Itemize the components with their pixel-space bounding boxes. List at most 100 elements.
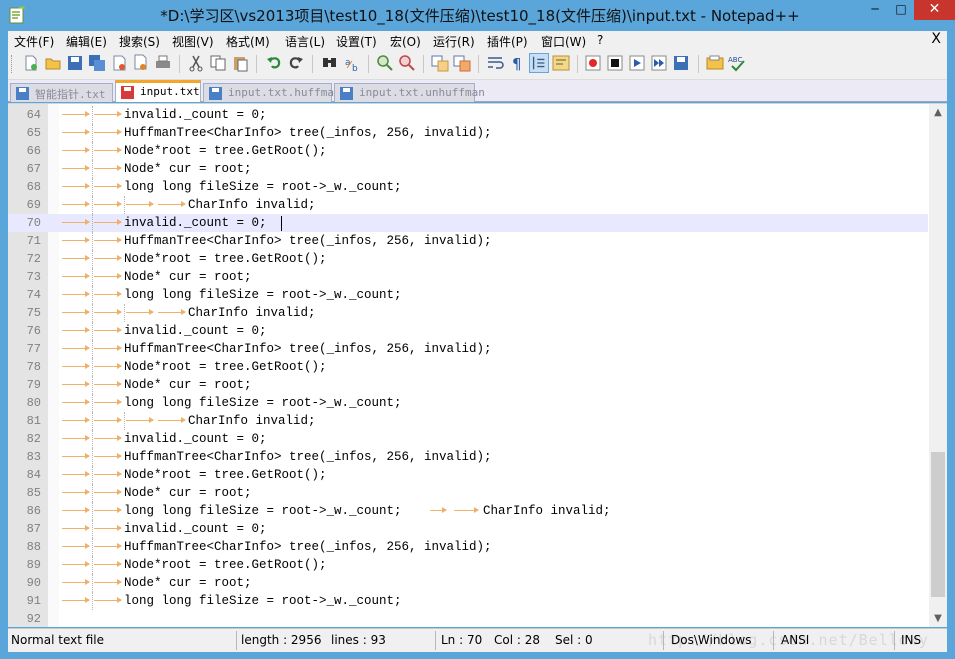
word-wrap-icon[interactable]	[485, 53, 505, 73]
editor-line[interactable]: 72 Node*root = tree.GetRoot();	[8, 250, 928, 268]
tab-smart-pointer[interactable]: 智能指针.txt	[10, 83, 113, 102]
menu-file[interactable]: 文件(F)	[14, 33, 54, 50]
tab-input-txt-huffman[interactable]: input.txt.huffman	[203, 83, 341, 102]
editor-line[interactable]: 68 long long fileSize = root->_w._count;	[8, 178, 928, 196]
editor-line[interactable]: 86 long long fileSize = root->_w._count; C…	[8, 502, 928, 520]
save-icon[interactable]	[65, 53, 85, 73]
close-icon[interactable]	[109, 53, 129, 73]
menu-help[interactable]: ?	[597, 33, 603, 47]
sync-vertical-icon[interactable]	[430, 53, 450, 73]
tab-input-txt-unhuffman[interactable]: input.txt.unhuffman	[334, 83, 485, 102]
menu-macro[interactable]: 宏(O)	[390, 33, 421, 50]
status-eol-format[interactable]: Dos\Windows	[671, 633, 751, 647]
print-icon[interactable]	[153, 53, 173, 73]
close-document-button[interactable]: X	[931, 31, 941, 47]
paste-icon[interactable]	[230, 53, 250, 73]
find-icon[interactable]	[320, 53, 340, 73]
minimize-button[interactable]: ─	[862, 0, 888, 20]
notepadpp-app-icon[interactable]	[8, 6, 26, 24]
editor-line[interactable]: 85 Node* cur = root;	[8, 484, 928, 502]
editor-line[interactable]: 66 Node*root = tree.GetRoot();	[8, 142, 928, 160]
menu-view[interactable]: 视图(V)	[172, 33, 214, 50]
editor-line[interactable]: 69 CharInfo invalid;	[8, 196, 928, 214]
scroll-down-arrow-icon[interactable]: ▼	[929, 610, 947, 627]
record-macro-icon[interactable]	[583, 53, 603, 73]
scroll-up-arrow-icon[interactable]: ▲	[929, 104, 947, 122]
status-insert-mode[interactable]: INS	[901, 633, 921, 647]
save-all-icon[interactable]	[87, 53, 107, 73]
toolbar: ab ¶ ABC	[8, 50, 947, 80]
editor-line[interactable]: 71 HuffmanTree<CharInfo> tree(_infos, 256…	[8, 232, 928, 250]
menu-language[interactable]: 语言(L)	[285, 33, 325, 50]
editor-line[interactable]: 67 Node* cur = root;	[8, 160, 928, 178]
copy-icon[interactable]	[208, 53, 228, 73]
editor-line[interactable]: 81 CharInfo invalid;	[8, 412, 928, 430]
run-macro-multiple-icon[interactable]	[649, 53, 669, 73]
editor-lines[interactable]: 64 invalid._count = 0; 65 HuffmanTree<CharI…	[8, 106, 928, 627]
text-editor[interactable]: 64 invalid._count = 0; 65 HuffmanTree<CharI…	[8, 103, 947, 627]
new-file-icon[interactable]	[21, 53, 41, 73]
menu-plugins[interactable]: 插件(P)	[487, 33, 528, 50]
editor-line[interactable]: 65 HuffmanTree<CharInfo> tree(_infos, 256…	[8, 124, 928, 142]
tab-input-txt[interactable]: input.txt	[115, 80, 201, 102]
indent-guide-icon[interactable]	[529, 53, 549, 73]
document-map-icon[interactable]	[551, 53, 571, 73]
editor-line[interactable]: 82 invalid._count = 0;	[8, 430, 928, 448]
launch-browser-icon[interactable]	[705, 53, 725, 73]
close-all-icon[interactable]	[131, 53, 151, 73]
maximize-button[interactable]: □	[888, 0, 914, 20]
zoom-out-icon[interactable]	[397, 53, 417, 73]
menu-run[interactable]: 运行(R)	[433, 33, 475, 50]
editor-current-line[interactable]: 70 invalid._count = 0;	[8, 214, 928, 232]
save-macro-icon[interactable]	[671, 53, 691, 73]
editor-line[interactable]: 89 Node*root = tree.GetRoot();	[8, 556, 928, 574]
show-all-chars-icon[interactable]: ¶	[507, 53, 527, 73]
undo-icon[interactable]	[264, 53, 284, 73]
editor-line[interactable]: 92	[8, 610, 928, 627]
vertical-scrollbar[interactable]: ▲ ▼	[929, 104, 947, 627]
redo-icon[interactable]	[286, 53, 306, 73]
zoom-in-icon[interactable]	[375, 53, 395, 73]
menu-settings[interactable]: 设置(T)	[336, 33, 377, 50]
code-text: invalid._count = 0;	[124, 522, 267, 536]
editor-line[interactable]: 75 CharInfo invalid;	[8, 304, 928, 322]
menu-search[interactable]: 搜索(S)	[119, 33, 160, 50]
code-text: CharInfo invalid;	[188, 414, 316, 428]
play-macro-icon[interactable]	[627, 53, 647, 73]
cut-icon[interactable]	[186, 53, 206, 73]
menu-window[interactable]: 窗口(W)	[541, 33, 586, 50]
editor-line[interactable]: 90 Node* cur = root;	[8, 574, 928, 592]
editor-line[interactable]: 77 HuffmanTree<CharInfo> tree(_infos, 256…	[8, 340, 928, 358]
editor-line[interactable]: 91 long long fileSize = root->_w._count;	[8, 592, 928, 610]
editor-line[interactable]: 84 Node*root = tree.GetRoot();	[8, 466, 928, 484]
editor-line[interactable]: 64 invalid._count = 0;	[8, 106, 928, 124]
close-window-button[interactable]: ✕	[914, 0, 955, 20]
editor-line[interactable]: 87 invalid._count = 0;	[8, 520, 928, 538]
replace-icon[interactable]: ab	[342, 53, 362, 73]
line-number: 67	[26, 162, 41, 176]
editor-line[interactable]: 83 HuffmanTree<CharInfo> tree(_infos, 256…	[8, 448, 928, 466]
tab-arrow-icon	[62, 435, 90, 441]
status-encoding[interactable]: ANSI	[781, 633, 809, 647]
svg-text:¶: ¶	[512, 55, 522, 73]
menu-edit[interactable]: 编辑(E)	[66, 33, 107, 50]
stop-macro-icon[interactable]	[605, 53, 625, 73]
editor-line[interactable]: 80 long long fileSize = root->_w._count;	[8, 394, 928, 412]
line-number: 84	[26, 468, 41, 482]
scrollbar-thumb[interactable]	[931, 452, 945, 597]
editor-line[interactable]: 73 Node* cur = root;	[8, 268, 928, 286]
toolbar-grip[interactable]	[11, 55, 14, 73]
indent-guide	[92, 250, 93, 268]
title-bar[interactable]: *D:\学习区\vs2013项目\test10_18(文件压缩)\test10_…	[0, 0, 955, 30]
editor-line[interactable]: 76 invalid._count = 0;	[8, 322, 928, 340]
sync-horizontal-icon[interactable]	[452, 53, 472, 73]
editor-line[interactable]: 74 long long fileSize = root->_w._count;	[8, 286, 928, 304]
editor-line[interactable]: 79 Node* cur = root;	[8, 376, 928, 394]
editor-line[interactable]: 88 HuffmanTree<CharInfo> tree(_infos, 256…	[8, 538, 928, 556]
spell-check-icon[interactable]: ABC	[727, 53, 747, 73]
indent-guide	[124, 196, 125, 214]
editor-line[interactable]: 78 Node*root = tree.GetRoot();	[8, 358, 928, 376]
open-file-icon[interactable]	[43, 53, 63, 73]
menu-format[interactable]: 格式(M)	[226, 33, 270, 50]
indent-guide	[92, 106, 93, 124]
